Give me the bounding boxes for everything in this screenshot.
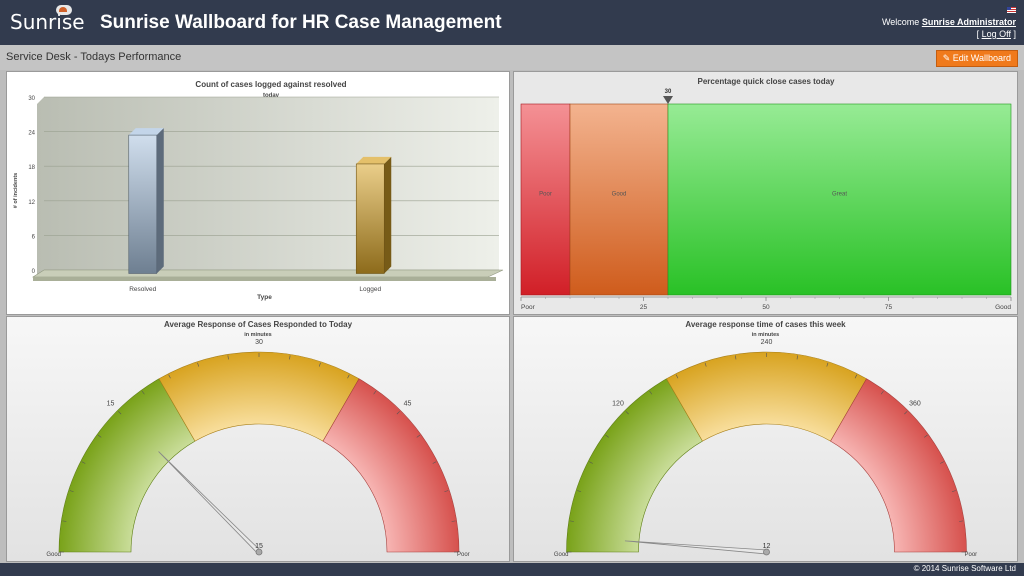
logo-sun-icon xyxy=(59,7,67,12)
range-label: Poor xyxy=(539,192,552,198)
y-tick-label: 24 xyxy=(28,131,35,137)
gauge-tick-label: 360 xyxy=(909,401,921,408)
panel-response-week: Average response time of cases this week… xyxy=(513,316,1018,562)
sunrise-logo: Sunrise xyxy=(10,10,85,34)
logoff-close-bracket: ] xyxy=(1013,29,1016,39)
plot-floor-edge xyxy=(33,277,496,281)
plot-background xyxy=(37,97,499,277)
logoff-open-bracket: [ xyxy=(976,29,980,39)
range-label: Great xyxy=(832,192,847,198)
welcome-text: Welcome Sunrise Administrator xyxy=(882,17,1016,27)
us-flag-icon[interactable] xyxy=(1007,7,1016,13)
scale-tick-label: 75 xyxy=(885,304,893,311)
y-tick-label: 6 xyxy=(32,234,36,240)
gauge-min-label: Good xyxy=(554,552,569,558)
bar-logged-side xyxy=(384,156,392,274)
chart-title: Count of cases logged against resolved xyxy=(195,80,346,89)
gauge-tick-label: 45 xyxy=(404,401,412,408)
gauge-tick-label: 120 xyxy=(612,401,624,408)
scale-tick-label: Poor xyxy=(521,304,536,311)
app-title: Sunrise Wallboard for HR Case Management xyxy=(100,12,502,33)
edit-wallboard-label: Edit Wallboard xyxy=(952,53,1011,63)
range-good xyxy=(569,103,669,296)
y-tick-label: 18 xyxy=(28,165,35,171)
chart-title: Average response time of cases this week xyxy=(685,320,846,329)
edit-wallboard-button[interactable]: ✎ Edit Wallboard xyxy=(935,50,1018,67)
range-great xyxy=(667,103,1012,296)
page-title: Service Desk - Todays Performance xyxy=(6,51,182,63)
y-tick-label: 0 xyxy=(32,269,36,275)
panel-response-today: Average Response of Cases Responded to T… xyxy=(6,316,510,562)
panel-cases-bar-chart: Count of cases logged against resolved to… xyxy=(6,71,510,315)
logoff: [ Log Off ] xyxy=(977,29,1016,39)
app-header: Sunrise Sunrise Wallboard for HR Case Ma… xyxy=(0,0,1024,45)
response-week-gauge: Average response time of cases this week… xyxy=(514,317,1017,561)
x-tick-label: Resolved xyxy=(129,286,156,293)
gauge-tick-label: 240 xyxy=(761,339,773,346)
value-label: 30 xyxy=(665,89,672,95)
bar-resolved-side xyxy=(156,128,164,274)
y-axis-label: # of incidents xyxy=(13,173,19,208)
gauge-min-label: Good xyxy=(46,552,61,558)
footer: © 2014 Sunrise Software Ltd xyxy=(0,563,1024,576)
gauge-tick-label: 30 xyxy=(255,339,263,346)
bar-resolved xyxy=(128,134,158,274)
scale-tick-label: 50 xyxy=(762,304,770,311)
user-name-link[interactable]: Sunrise Administrator xyxy=(922,17,1016,27)
x-tick-label: Logged xyxy=(359,286,381,293)
sub-header: Service Desk - Todays Performance ✎ Edit… xyxy=(0,45,1024,70)
cases-bar-chart: Count of cases logged against resolvedto… xyxy=(13,80,504,301)
copyright-text: © 2014 Sunrise Software Ltd xyxy=(913,564,1016,573)
chart-subtitle: in minutes xyxy=(244,332,272,338)
bar-logged xyxy=(355,163,385,274)
scale-tick-label: 25 xyxy=(640,304,648,311)
quick-close-linear-gauge: Percentage quick close cases today Poor Go… xyxy=(514,72,1017,314)
scale-tick-label: Good xyxy=(995,304,1011,311)
x-axis-label: Type xyxy=(257,294,272,301)
pencil-icon: ✎ xyxy=(942,53,951,63)
chart-title: Average Response of Cases Responded to T… xyxy=(164,320,353,329)
gauge-max-label: Poor xyxy=(965,552,978,558)
range-label: Good xyxy=(612,192,627,198)
response-today-gauge: Average Response of Cases Responded to T… xyxy=(7,317,509,561)
gauge-value-label: 15 xyxy=(255,543,263,550)
range-poor xyxy=(520,103,571,296)
welcome-prefix: Welcome xyxy=(881,17,920,27)
y-tick-label: 12 xyxy=(28,200,35,206)
panel-quick-close: Percentage quick close cases today Poor Go… xyxy=(513,71,1018,315)
chart-title: Percentage quick close cases today xyxy=(698,77,836,86)
plot-floor xyxy=(31,269,504,278)
gauge-value-label: 12 xyxy=(763,543,771,550)
gauge-tick-label: 15 xyxy=(107,401,115,408)
chart-subtitle: in minutes xyxy=(752,332,780,338)
y-tick-label: 30 xyxy=(28,96,35,102)
logoff-link[interactable]: Log Off xyxy=(982,29,1011,39)
gauge-max-label: Poor xyxy=(457,552,470,558)
